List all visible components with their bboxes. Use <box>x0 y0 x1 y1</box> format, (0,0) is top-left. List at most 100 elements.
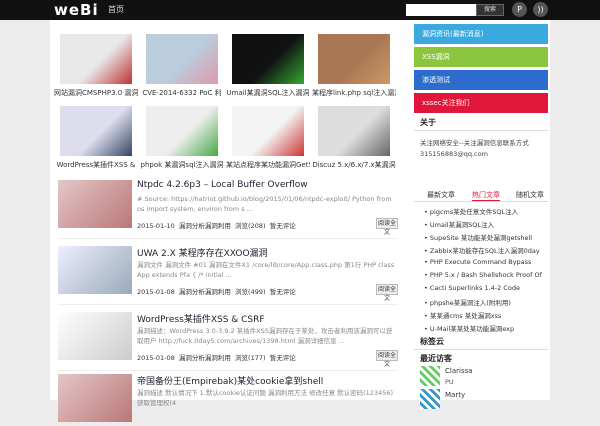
thumbnail-caption[interactable]: Umail某漏洞SQL注入漏洞 <box>226 88 310 98</box>
thumbnail-caption[interactable]: phpok 某漏洞sql注入漏洞 <box>140 160 224 170</box>
about-email[interactable]: 315156883@qq.com <box>420 149 488 160</box>
thumbnail-image[interactable] <box>60 34 132 84</box>
recent-post-title[interactable]: Zabbix某功能存在SQL注入漏洞0day <box>430 247 540 255</box>
thumbnail-image[interactable] <box>146 34 218 84</box>
post-meta: 2015-01-10 漏洞分析漏洞利用 浏览(208) 暂无评论 <box>137 222 296 230</box>
sidebar-category-button[interactable]: XSS漏洞 <box>414 47 548 67</box>
post-excerpt: 漏洞文件 漏洞文件 #01 漏洞在文件X1 /core/lib/core/App… <box>137 261 395 279</box>
post-category[interactable]: 漏洞分析漏洞利用 <box>179 288 231 296</box>
post-item: Ntpdc 4.2.6p3 – Local Buffer Overflow # S… <box>58 180 398 236</box>
post-category[interactable]: 漏洞分析漏洞利用 <box>179 222 231 230</box>
post-thumbnail[interactable] <box>58 180 132 228</box>
thumbnail-caption[interactable]: CVE-2014-6332 PoC 利 <box>140 88 224 98</box>
thumbnail-caption[interactable]: Discuz 5.x/6.x/7.x某漏洞 <box>312 160 396 170</box>
post-meta: 2015-01-08 漏洞分析漏洞利用 浏览(499) 暂无评论 <box>137 288 296 296</box>
rss-icon[interactable]: )) <box>533 2 548 17</box>
site-logo[interactable]: weBi <box>54 1 99 19</box>
recent-post-title[interactable]: 某某通cms 某处漏洞xss <box>430 312 501 320</box>
top-bar: weBi 首页 搜索 P )) <box>0 0 600 20</box>
search-input[interactable] <box>406 4 476 16</box>
post-thumbnail[interactable] <box>58 374 132 422</box>
nav-home-link[interactable]: 首页 <box>108 4 124 15</box>
post-category[interactable]: 漏洞分析漏洞利用 <box>179 354 231 362</box>
thumbnail-image[interactable] <box>318 34 390 84</box>
divider <box>58 370 398 371</box>
thumbnail-image[interactable] <box>146 106 218 156</box>
recent-post-title[interactable]: phpshe某漏洞注入(附利用) <box>430 299 511 307</box>
recent-post-link[interactable]: • 某某通cms 某处漏洞xss <box>424 310 501 320</box>
recent-post-link[interactable]: • phpshe某漏洞注入(附利用) <box>424 297 511 307</box>
post-views: 177 <box>250 354 264 362</box>
recent-post-title[interactable]: Umail某漏洞SQL注入 <box>430 221 494 229</box>
post-thumbnail[interactable] <box>58 312 132 360</box>
about-title: 关于 <box>420 118 436 127</box>
tab-latest[interactable]: 最新文章 <box>427 190 455 200</box>
recent-post-title[interactable]: Cacti Superlinks 1.4-2 Code <box>430 284 520 292</box>
post-item: WordPress某插件XSS & CSRF 漏洞描述：WordPress 3.0… <box>58 312 398 368</box>
divider <box>414 201 548 202</box>
post-date: 2015-01-08 <box>137 288 175 296</box>
avatar[interactable] <box>420 389 440 409</box>
post-title[interactable]: Ntpdc 4.2.6p3 – Local Buffer Overflow <box>137 180 308 190</box>
recent-post-title[interactable]: PHP Execute Command Bypass <box>430 258 532 266</box>
recent-post-link[interactable]: • PHP 5.x / Bash Shellshock Proof Of <box>424 271 542 279</box>
visitor-comment: PU <box>445 378 454 386</box>
post-item: UWA 2.X 某程序存在XXOO漏洞漏洞文件 漏洞文件 #01 漏洞在文件X1… <box>58 246 398 302</box>
main-page: 网站漏洞CMSPHP3.0 漏洞 CVE-2014-6332 PoC 利 Umail… <box>50 20 550 422</box>
visitor-name[interactable]: Marty <box>445 391 465 399</box>
post-comments[interactable]: 暂无评论 <box>270 354 296 362</box>
thumbnail-image[interactable] <box>318 106 390 156</box>
divider <box>414 349 548 350</box>
post-title[interactable]: UWA 2.X 某程序存在XXOO漏洞 <box>137 246 268 259</box>
recent-post-title[interactable]: pigcms某处任意文件SQL注入 <box>430 208 518 216</box>
thumbnail-caption[interactable]: WordPress某插件XSS & <box>54 160 138 170</box>
tab-random[interactable]: 随机文章 <box>516 190 544 200</box>
post-title[interactable]: 帝国备份王(Empirebak)某处cookie拿到shell <box>137 374 323 387</box>
thumbnail-image[interactable] <box>232 34 304 84</box>
post-date: 2015-01-08 <box>137 354 175 362</box>
divider <box>414 130 548 131</box>
recent-post-title[interactable]: PHP 5.x / Bash Shellshock Proof Of <box>430 271 542 279</box>
post-item: 帝国备份王(Empirebak)某处cookie拿到shell 漏洞描述 默认情况… <box>58 374 398 426</box>
thumbnail-caption[interactable]: 某站点程序某功能漏洞GetShell <box>226 160 310 170</box>
thumbnail-image[interactable] <box>232 106 304 156</box>
read-more-button[interactable]: 阅读全文 <box>376 350 398 368</box>
recent-post-title[interactable]: SupeSite 某功能某处漏洞getshell <box>430 234 532 242</box>
post-date: 2015-01-10 <box>137 222 175 230</box>
tag-cloud-title: 标签云 <box>420 337 444 346</box>
post-thumbnail[interactable] <box>58 246 132 294</box>
visitor-name[interactable]: Clarissa <box>445 367 473 375</box>
post-excerpt: 漏洞描述：WordPress 3.0-3.9.2 某插件XSS漏洞存在于某处，攻… <box>137 327 393 345</box>
thumbnail-caption[interactable]: 网站漏洞CMSPHP3.0 漏洞 <box>54 88 138 98</box>
read-more-button[interactable]: 阅读全文 <box>376 284 398 302</box>
recent-post-link[interactable]: • U-Mail某某处某功能漏洞exp <box>424 323 514 333</box>
post-comments[interactable]: 暂无评论 <box>270 222 296 230</box>
post-comments[interactable]: 暂无评论 <box>270 288 296 296</box>
sidebar-category-button[interactable]: 渗透测试 <box>414 70 548 90</box>
sidebar-category-button[interactable]: 漏洞资讯(最新消息) <box>414 24 548 44</box>
read-more-button[interactable]: 阅读全文 <box>376 218 398 236</box>
recent-post-link[interactable]: • pigcms某处任意文件SQL注入 <box>424 206 518 216</box>
divider <box>58 238 398 239</box>
post-views: 499 <box>250 288 264 296</box>
thumbnail-caption[interactable]: 某程序link.php sql注入漏洞 <box>312 88 396 98</box>
recent-post-link[interactable]: • SupeSite 某功能某处漏洞getshell <box>424 232 532 242</box>
post-excerpt: 漏洞描述 默认情况下 1.默认cookie认证问题 漏洞利用方法 修改任意 默认… <box>137 389 394 407</box>
avatar[interactable] <box>420 366 440 386</box>
divider <box>58 304 398 305</box>
recent-post-link[interactable]: • Zabbix某功能存在SQL注入漏洞0day <box>424 245 540 255</box>
post-title[interactable]: WordPress某插件XSS & CSRF <box>137 312 265 325</box>
tab-popular[interactable]: 热门文章 <box>472 190 500 201</box>
recent-post-link[interactable]: • Cacti Superlinks 1.4-2 Code <box>424 284 520 292</box>
sidebar-category-button[interactable]: xssec关注我们 <box>414 93 548 113</box>
recent-post-link[interactable]: • PHP Execute Command Bypass <box>424 258 531 266</box>
search-button[interactable]: 搜索 <box>476 4 504 16</box>
post-excerpt: # Source: https://hatriot.github.io/blog… <box>137 195 392 213</box>
recent-post-title[interactable]: U-Mail某某处某功能漏洞exp <box>430 325 514 333</box>
thumbnail-image[interactable] <box>60 106 132 156</box>
about-text: 关注网络安全--关注漏洞信息联系方式 <box>420 139 529 147</box>
pinterest-icon[interactable]: P <box>512 2 527 17</box>
recent-post-link[interactable]: • Umail某漏洞SQL注入 <box>424 219 494 229</box>
post-meta: 2015-01-08 漏洞分析漏洞利用 浏览(177) 暂无评论 <box>137 354 296 362</box>
post-views: 208 <box>250 222 264 230</box>
